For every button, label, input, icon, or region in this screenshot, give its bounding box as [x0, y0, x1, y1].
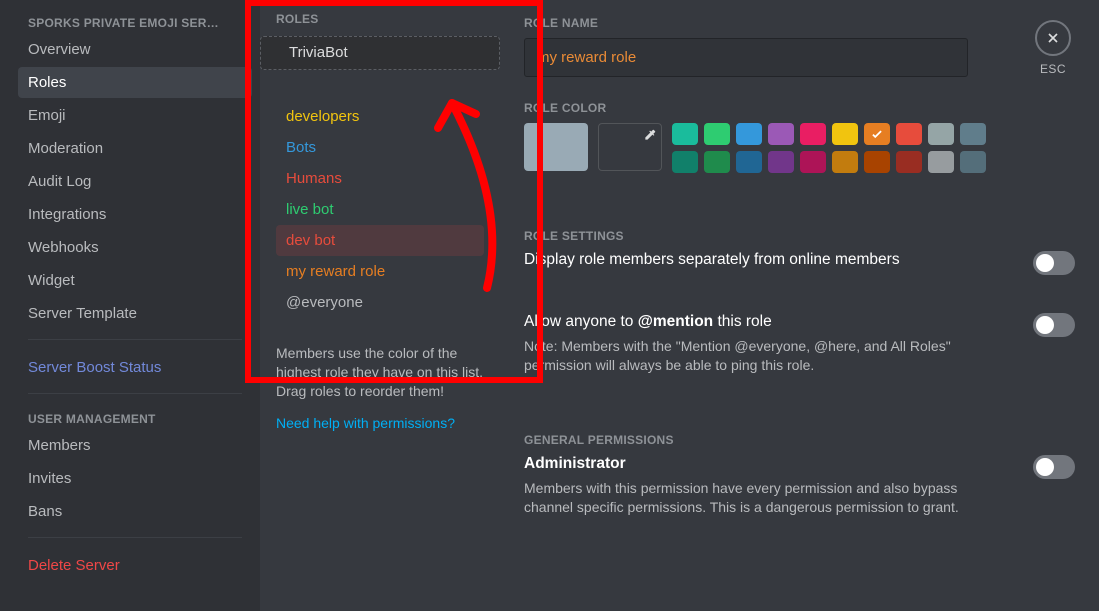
- color-swatch[interactable]: [768, 123, 794, 145]
- sidebar-item-overview[interactable]: Overview: [18, 34, 252, 65]
- color-swatch-grid: [672, 123, 986, 173]
- sidebar-item-server-boost[interactable]: Server Boost Status: [18, 352, 252, 383]
- role-item[interactable]: Sporks!: [276, 34, 484, 65]
- role-detail-panel: ROLE NAME ROLE COLOR ROLE SETTINGS Displ…: [500, 0, 1099, 611]
- setting-title: Display role members separately from onl…: [524, 251, 1017, 269]
- color-swatch[interactable]: [832, 151, 858, 173]
- divider: [28, 537, 242, 538]
- setting-row: Administrator Members with this permissio…: [524, 455, 1075, 517]
- color-swatch[interactable]: [928, 151, 954, 173]
- color-swatch[interactable]: [864, 123, 890, 145]
- color-swatch[interactable]: [928, 123, 954, 145]
- color-swatch[interactable]: [768, 151, 794, 173]
- color-swatch[interactable]: [736, 123, 762, 145]
- color-swatch[interactable]: [672, 123, 698, 145]
- role-settings-list: Display role members separately from onl…: [524, 251, 1075, 403]
- roles-column: ROLES Sporks!TriviaBotdevelopersBotsHuma…: [260, 0, 500, 611]
- sidebar-item-invites[interactable]: Invites: [18, 463, 252, 494]
- sidebar-item-widget[interactable]: Widget: [18, 265, 252, 296]
- permissions-help-link[interactable]: Need help with permissions?: [276, 415, 484, 431]
- close-area: ESC: [1035, 20, 1071, 76]
- server-name-header: SPORKS PRIVATE EMOJI SER…: [18, 10, 252, 34]
- toggle-switch[interactable]: [1033, 251, 1075, 275]
- color-swatch[interactable]: [896, 151, 922, 173]
- setting-title: Administrator: [524, 455, 1017, 473]
- color-swatch[interactable]: [672, 151, 698, 173]
- setting-description: Note: Members with the "Mention @everyon…: [524, 337, 964, 375]
- user-management-header: USER MANAGEMENT: [18, 406, 252, 430]
- color-swatch[interactable]: [800, 123, 826, 145]
- setting-title: Allow anyone to @mention this role: [524, 313, 1017, 331]
- eyedropper-icon: [643, 128, 657, 142]
- color-swatch[interactable]: [960, 151, 986, 173]
- divider: [28, 393, 242, 394]
- sidebar-item-members[interactable]: Members: [18, 430, 252, 461]
- sidebar-item-webhooks[interactable]: Webhooks: [18, 232, 252, 263]
- roles-header: ROLES: [276, 12, 484, 30]
- color-swatch[interactable]: [800, 151, 826, 173]
- color-swatch[interactable]: [832, 123, 858, 145]
- color-swatch[interactable]: [736, 151, 762, 173]
- color-swatch[interactable]: [896, 123, 922, 145]
- color-swatch[interactable]: [864, 151, 890, 173]
- color-swatch[interactable]: [704, 151, 730, 173]
- role-name-label: ROLE NAME: [524, 16, 1075, 30]
- roles-hint-text: Members use the color of the highest rol…: [276, 344, 484, 401]
- role-item[interactable]: @everyone: [276, 287, 484, 318]
- general-permissions-header: GENERAL PERMISSIONS: [524, 433, 1075, 447]
- close-button[interactable]: [1035, 20, 1071, 56]
- default-color-swatch[interactable]: [524, 123, 588, 171]
- sidebar-item-server-template[interactable]: Server Template: [18, 298, 252, 329]
- toggle-switch[interactable]: [1033, 313, 1075, 337]
- role-item[interactable]: Bots: [276, 132, 484, 163]
- server-settings-sidebar: SPORKS PRIVATE EMOJI SER… Overview Roles…: [0, 0, 260, 611]
- role-name-input[interactable]: [524, 38, 968, 77]
- color-swatch[interactable]: [960, 123, 986, 145]
- roles-list[interactable]: Sporks!TriviaBotdevelopersBotsHumanslive…: [276, 34, 484, 318]
- check-icon: [870, 127, 884, 141]
- sidebar-item-emoji[interactable]: Emoji: [18, 100, 252, 131]
- role-item[interactable]: my reward role: [276, 256, 484, 287]
- sidebar-item-bans[interactable]: Bans: [18, 496, 252, 527]
- close-label: ESC: [1035, 62, 1071, 76]
- role-item[interactable]: developers: [276, 101, 484, 132]
- custom-color-swatch[interactable]: [598, 123, 662, 171]
- setting-row: Display role members separately from onl…: [524, 251, 1075, 275]
- color-swatch[interactable]: [704, 123, 730, 145]
- sidebar-item-delete-server[interactable]: Delete Server: [18, 550, 252, 581]
- setting-description: Members with this permission have every …: [524, 479, 964, 517]
- setting-row: Allow anyone to @mention this role Note: …: [524, 313, 1075, 375]
- close-icon: [1045, 30, 1061, 46]
- role-color-label: ROLE COLOR: [524, 101, 1075, 115]
- toggle-switch[interactable]: [1033, 455, 1075, 479]
- role-item[interactable]: Humans: [276, 163, 484, 194]
- divider: [28, 339, 242, 340]
- role-item[interactable]: live bot: [276, 194, 484, 225]
- role-item[interactable]: dev bot: [276, 225, 484, 256]
- sidebar-item-integrations[interactable]: Integrations: [18, 199, 252, 230]
- sidebar-item-roles[interactable]: Roles: [18, 67, 252, 98]
- sidebar-item-moderation[interactable]: Moderation: [18, 133, 252, 164]
- sidebar-item-audit-log[interactable]: Audit Log: [18, 166, 252, 197]
- permissions-list: Administrator Members with this permissio…: [524, 455, 1075, 545]
- role-settings-header: ROLE SETTINGS: [524, 229, 1075, 243]
